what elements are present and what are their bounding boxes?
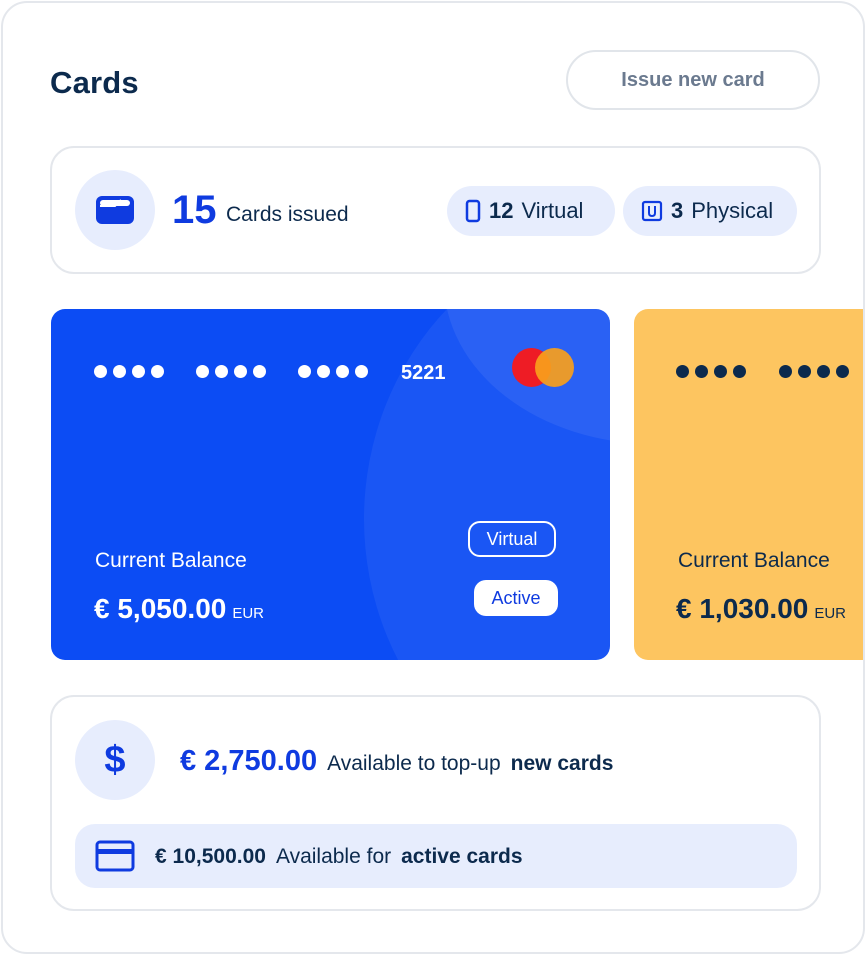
card-last-four: 5221 [401, 362, 446, 384]
active-cards-funds: € 10,500.00 Available for active cards [75, 824, 797, 888]
wallet-icon [96, 196, 134, 224]
dollar-icon-badge: $ [75, 720, 155, 800]
masked-digits [676, 365, 746, 378]
active-text: Available for [275, 845, 392, 868]
card-virtual-5221[interactable]: 5221 Current Balance € 5,050.00 EUR Virt… [51, 309, 610, 660]
funds-summary: $ € 2,750.00 Available to top-up new car… [50, 695, 821, 911]
phone-icon [465, 199, 481, 223]
card-type-badge: Virtual [468, 521, 556, 557]
topup-text: Available to top-up [327, 752, 501, 775]
masked-digits [94, 365, 164, 378]
topup-bold: new cards [510, 752, 614, 775]
balance-value: € 5,050.00 EUR [94, 593, 264, 625]
topup-amount: € 2,750.00 [180, 745, 318, 777]
cards-panel: Cards Issue new card 15 Cards issued 12 … [1, 1, 865, 954]
issue-new-card-button[interactable]: Issue new card [566, 50, 820, 110]
physical-card-icon [641, 200, 663, 222]
status-badge: Active [474, 580, 558, 616]
virtual-label: Virtual [521, 198, 584, 223]
issued-label: Cards issued [226, 203, 349, 226]
masked-digits [779, 365, 849, 378]
masked-digits [298, 365, 368, 378]
issued-count: 15 [172, 188, 217, 232]
active-bold: active cards [401, 845, 523, 868]
balance-label: Current Balance [95, 549, 247, 572]
dollar-icon: $ [104, 738, 126, 781]
credit-card-icon [95, 840, 135, 872]
topup-summary: € 2,750.00 Available to top-up new cards [180, 745, 613, 778]
balance-amount: € 5,050.00 [94, 593, 227, 624]
masked-digits [196, 365, 266, 378]
balance-label: Current Balance [678, 549, 830, 572]
physical-count-pill[interactable]: 3 Physical [623, 186, 797, 236]
page-title: Cards [50, 65, 139, 100]
physical-label: Physical [691, 198, 774, 223]
balance-currency: EUR [814, 605, 847, 622]
virtual-count-pill[interactable]: 12 Virtual [447, 186, 615, 236]
mastercard-logo [512, 348, 574, 388]
card-physical[interactable]: Current Balance € 1,030.00 EUR [634, 309, 863, 660]
virtual-count: 12 [489, 198, 514, 223]
physical-count: 3 [671, 198, 684, 223]
wallet-icon-badge [75, 170, 155, 250]
balance-amount: € 1,030.00 [676, 593, 809, 624]
cards-summary: 15 Cards issued 12 Virtual 3 Physical [50, 146, 821, 274]
balance-value: € 1,030.00 EUR [676, 593, 846, 625]
balance-currency: EUR [232, 605, 265, 622]
active-amount: € 10,500.00 [155, 845, 266, 868]
